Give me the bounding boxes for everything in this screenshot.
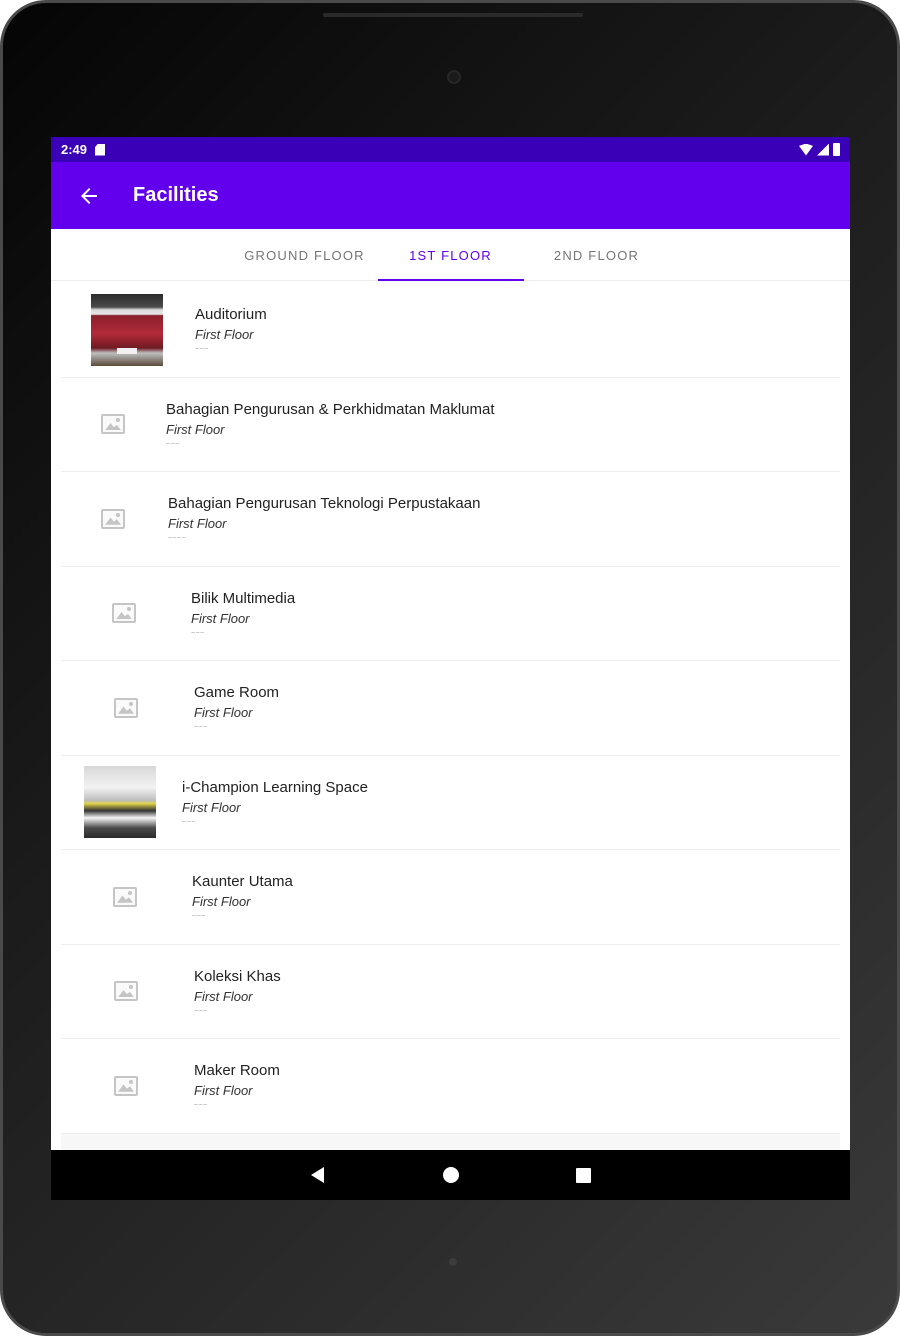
image-placeholder-icon [114,981,138,1002]
facility-floor: First Floor [182,799,241,815]
app-bar: Facilities [51,162,850,229]
facility-note: ~~~ [194,1102,208,1110]
system-nav-bar [51,1150,850,1200]
image-placeholder-icon [114,1075,138,1096]
tab-1st-floor[interactable]: 1ST FLOOR [377,229,524,281]
nav-recents-button[interactable] [517,1150,650,1200]
facility-note: ~~~~ [168,535,187,543]
auditorium-photo [91,293,163,366]
status-bar: 2:49 [51,137,850,162]
image-placeholder-icon [113,886,137,907]
nav-back-button[interactable] [251,1150,384,1200]
facility-note: ~~~ [195,346,209,354]
facility-note: ~~~ [192,913,206,921]
list-item[interactable]: Koleksi Khas First Floor ~~~ [61,944,840,1039]
facility-name: Game Room [194,684,280,702]
facility-name: i-Champion Learning Space [182,778,368,796]
sensor-dot [449,1258,457,1266]
list-item[interactable]: Bahagian Pengurusan Teknologi Perpustaka… [61,472,840,567]
page-title: Facilities [133,184,219,206]
image-placeholder-icon [101,414,125,435]
facility-thumbnail [91,293,163,366]
facility-thumbnail [88,577,160,649]
list-item[interactable]: Bahagian Pengurusan & Perkhidmatan Maklu… [61,377,840,472]
image-placeholder-icon [112,603,136,624]
image-placeholder-icon [114,697,138,718]
facility-floor: First Floor [168,516,227,532]
nav-home-button[interactable] [384,1150,517,1200]
facility-thumbnail [89,861,161,933]
facility-name: Maker Room [194,1062,280,1080]
list-item[interactable]: Game Room First Floor ~~~ [61,661,840,756]
facility-list: Auditorium First Floor ~~~ Bahagian Peng… [61,283,840,1200]
facility-floor: First Floor [194,1083,253,1099]
facility-floor: First Floor [194,705,253,721]
facility-floor: First Floor [192,894,251,910]
facility-note: ~~~ [191,629,205,637]
facility-floor: First Floor [195,327,254,343]
facility-floor: First Floor [194,988,253,1004]
facility-thumbnail [90,955,162,1027]
sd-card-icon [95,143,106,156]
status-icons [799,143,840,156]
image-placeholder-icon [101,508,125,529]
status-time: 2:49 [61,142,88,157]
facility-name: Bahagian Pengurusan Teknologi Perpustaka… [168,495,481,513]
facility-name: Kaunter Utama [192,873,293,891]
nav-home-icon [442,1167,459,1183]
list-item[interactable]: Bilik Multimedia First Floor ~~~ [61,566,840,661]
facility-thumbnail [90,672,162,744]
facility-thumbnail [90,1050,162,1122]
facility-note: ~~~ [166,440,180,448]
arrow-back-icon[interactable] [77,184,101,208]
facility-name: Bahagian Pengurusan & Perkhidmatan Maklu… [166,400,495,418]
list-item[interactable]: Maker Room First Floor ~~~ [61,1039,840,1134]
nav-back-icon [311,1167,324,1183]
nav-recents-icon [576,1167,591,1183]
list-item[interactable]: Auditorium First Floor ~~~ [61,283,840,378]
facility-thumbnail [77,483,149,555]
battery-icon [833,143,840,156]
ichampion-photo [84,766,156,839]
speaker-slot [323,13,583,17]
facility-note: ~~~ [182,818,196,826]
facility-thumbnail [77,388,149,460]
tab-2nd-floor[interactable]: 2ND FLOOR [524,229,670,281]
camera-icon [447,70,461,84]
floor-tabs: GROUND FLOOR 1ST FLOOR 2ND FLOOR [51,229,850,281]
facility-name: Bilik Multimedia [191,589,296,607]
tab-ground-floor[interactable]: GROUND FLOOR [232,229,378,281]
facility-name: Auditorium [195,306,267,324]
list-item[interactable]: Kaunter Utama First Floor ~~~ [61,850,840,945]
facility-thumbnail [84,766,156,839]
facility-floor: First Floor [191,610,250,626]
signal-icon [817,143,829,156]
facility-note: ~~~ [194,1007,208,1015]
screen: 2:49 Facilities GROUND FLOOR 1ST FLOOR 2… [51,137,850,1200]
wifi-icon [799,143,813,156]
facility-name: Koleksi Khas [194,967,281,985]
facility-note: ~~~ [194,724,208,732]
list-item[interactable]: i-Champion Learning Space First Floor ~~… [61,755,840,850]
facility-floor: First Floor [166,421,225,437]
